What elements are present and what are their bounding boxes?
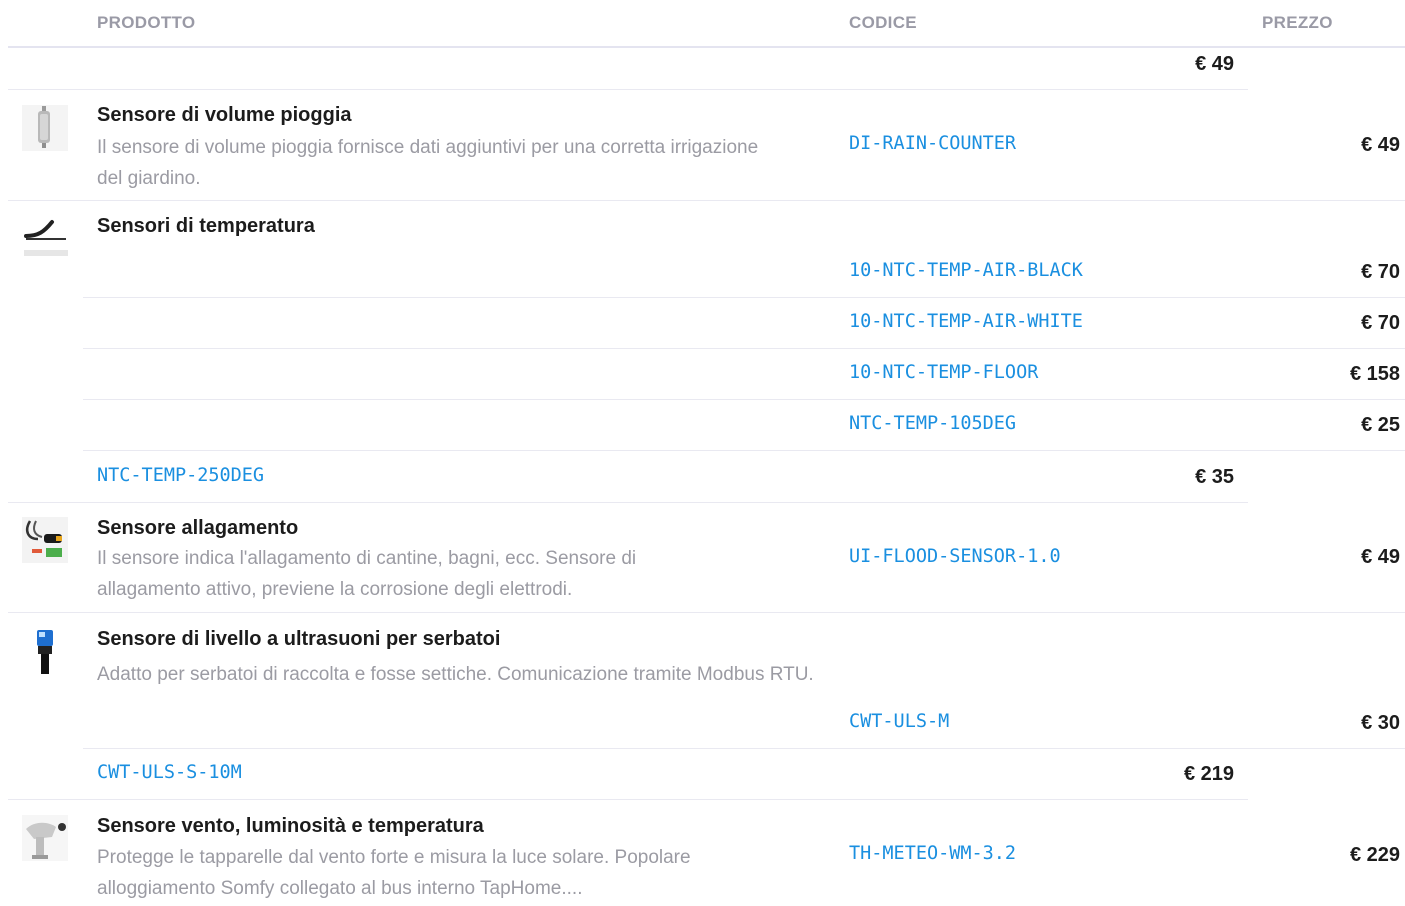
product-row-flood[interactable]	[22, 517, 68, 568]
product-title[interactable]: Sensore allagamento	[97, 517, 298, 540]
price: € 25	[1361, 414, 1400, 436]
product-row-ultrasonic[interactable]	[22, 628, 68, 679]
row-divider	[83, 748, 1405, 749]
price: € 70	[1361, 261, 1400, 283]
product-code[interactable]: 10-NTC-TEMP-FLOOR	[849, 362, 1038, 383]
header-divider	[8, 46, 1405, 48]
price: € 30	[1361, 712, 1400, 734]
price: € 49	[1361, 546, 1400, 568]
product-title[interactable]: Sensore vento, luminosità e temperatura	[97, 815, 484, 838]
price: € 158	[1349, 363, 1400, 385]
price: € 70	[1361, 312, 1400, 334]
rain-counter-icon	[22, 105, 68, 151]
price: € 229	[1349, 844, 1400, 866]
row-divider	[8, 799, 1248, 800]
column-header-product: PRODOTTO	[97, 13, 196, 32]
product-description: Il sensore di volume pioggia fornisce da…	[97, 137, 759, 189]
row-divider	[8, 502, 1248, 503]
product-description: Adatto per serbatoi di raccolta e fosse …	[97, 664, 814, 685]
product-code[interactable]: CWT-ULS-S-10M	[97, 762, 242, 783]
product-description: Il sensore indica l'allagamento di canti…	[97, 548, 637, 600]
product-code[interactable]: DI-RAIN-COUNTER	[849, 133, 1016, 154]
price: € 49	[1195, 53, 1234, 75]
column-header-price: PREZZO	[1262, 13, 1333, 32]
row-divider	[8, 200, 1405, 201]
product-title[interactable]: Sensore di livello a ultrasuoni per serb…	[97, 628, 500, 651]
row-divider	[83, 348, 1405, 349]
price: € 219	[1183, 763, 1234, 785]
ultrasonic-sensor-icon	[22, 628, 68, 674]
product-code[interactable]: CWT-ULS-M	[849, 711, 949, 732]
temperature-probe-icon	[22, 212, 68, 258]
weather-station-icon	[22, 815, 68, 861]
row-divider	[83, 399, 1405, 400]
product-code[interactable]: 10-NTC-TEMP-AIR-WHITE	[849, 311, 1083, 332]
product-code[interactable]: NTC-TEMP-250DEG	[97, 465, 264, 486]
product-row-meteo[interactable]	[22, 815, 68, 866]
product-title[interactable]: Sensori di temperatura	[97, 215, 315, 238]
row-divider	[83, 297, 1405, 298]
product-code[interactable]: UI-FLOOD-SENSOR-1.0	[849, 546, 1061, 567]
row-divider	[8, 89, 1248, 90]
price: € 49	[1361, 134, 1400, 156]
product-code[interactable]: TH-METEO-WM-3.2	[849, 843, 1016, 864]
price: € 35	[1195, 466, 1234, 488]
product-code[interactable]: NTC-TEMP-105DEG	[849, 413, 1016, 434]
product-code[interactable]: 10-NTC-TEMP-AIR-BLACK	[849, 260, 1083, 281]
product-row-temperature[interactable]	[22, 212, 68, 263]
product-title[interactable]: Sensore di volume pioggia	[97, 104, 352, 127]
row-divider	[8, 612, 1405, 613]
column-header-code: CODICE	[849, 13, 917, 32]
flood-sensor-icon	[22, 517, 68, 563]
product-row-rain[interactable]	[22, 105, 68, 156]
row-divider	[83, 450, 1405, 451]
product-description: Protegge le tapparelle dal vento forte e…	[97, 847, 691, 899]
